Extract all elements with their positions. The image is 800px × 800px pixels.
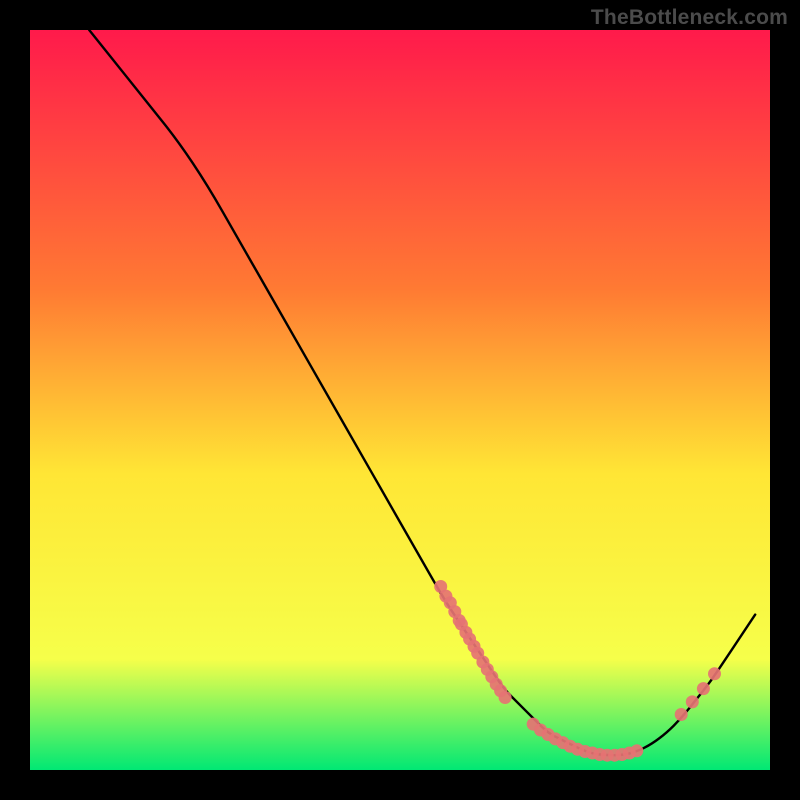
data-point: [630, 744, 643, 757]
gradient-background: [30, 30, 770, 770]
chart-frame: TheBottleneck.com: [0, 0, 800, 800]
chart-svg: [30, 30, 770, 770]
data-point: [499, 691, 512, 704]
data-point: [686, 695, 699, 708]
data-point: [675, 708, 688, 721]
plot-area: [30, 30, 770, 770]
watermark-text: TheBottleneck.com: [591, 6, 788, 30]
data-point: [708, 667, 721, 680]
data-point: [697, 682, 710, 695]
